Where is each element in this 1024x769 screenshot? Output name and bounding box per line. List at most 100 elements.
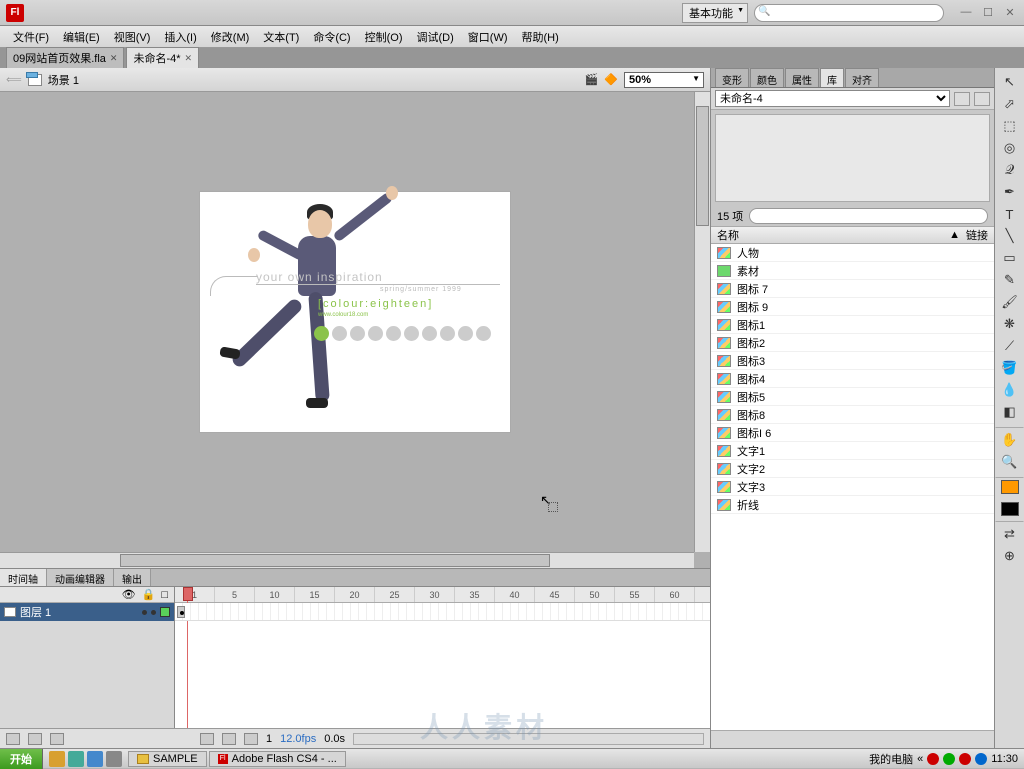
list-item[interactable]: 图标I 6 (711, 424, 994, 442)
canvas[interactable]: your own inspiration spring/summer 1999 … (200, 192, 510, 432)
menu-insert[interactable]: 插入(I) (157, 27, 203, 47)
tab-color[interactable]: 颜色 (750, 68, 784, 87)
stroke-color-swatch[interactable] (1001, 480, 1019, 494)
tray-icon[interactable] (975, 753, 987, 765)
doc-tab[interactable]: 09网站首页效果.fla✕ (6, 47, 124, 68)
menu-view[interactable]: 视图(V) (107, 27, 158, 47)
tab-library[interactable]: 库 (820, 68, 844, 87)
snap-icon[interactable]: ⊕ (999, 546, 1021, 566)
close-tab-icon[interactable]: ✕ (110, 53, 118, 64)
menu-window[interactable]: 窗口(W) (461, 27, 515, 47)
search-input[interactable] (754, 4, 944, 22)
edit-scene-icon[interactable]: 🎬 (585, 73, 599, 86)
my-computer-label[interactable]: 我的电脑 (869, 751, 913, 767)
quicklaunch-icon[interactable] (68, 751, 84, 767)
list-item[interactable]: 图标4 (711, 370, 994, 388)
new-layer-icon[interactable] (6, 733, 20, 745)
close-tab-icon[interactable]: ✕ (185, 53, 193, 64)
tab-timeline[interactable]: 时间轴 (0, 569, 47, 586)
edit-symbol-icon[interactable]: 🔶 (604, 73, 618, 86)
selection-tool-icon[interactable]: ↖ (999, 72, 1021, 92)
list-item[interactable]: 图标 9 (711, 298, 994, 316)
tray-icon[interactable] (927, 753, 939, 765)
frame-row[interactable] (175, 603, 710, 621)
library-search-input[interactable] (749, 208, 988, 224)
line-tool-icon[interactable]: ╲ (999, 226, 1021, 246)
menu-commands[interactable]: 命令(C) (306, 27, 357, 47)
eraser-tool-icon[interactable]: ◧ (999, 402, 1021, 422)
menu-help[interactable]: 帮助(H) (515, 27, 566, 47)
quicklaunch-icon[interactable] (106, 751, 122, 767)
tab-align[interactable]: 对齐 (845, 68, 879, 87)
stage[interactable]: your own inspiration spring/summer 1999 … (0, 92, 710, 568)
close-icon[interactable]: ✕ (1002, 6, 1018, 19)
start-button[interactable]: 开始 (0, 749, 43, 769)
back-icon[interactable]: ⟸ (6, 73, 22, 86)
layer-row[interactable]: 图层 1 (0, 603, 174, 621)
list-item[interactable]: 图标 7 (711, 280, 994, 298)
sort-icon[interactable]: ▲ (949, 229, 960, 241)
library-doc-select[interactable]: 未命名-4 (715, 90, 950, 107)
pin-icon[interactable] (954, 92, 970, 106)
swap-colors-icon[interactable]: ⇄ (999, 524, 1021, 544)
task-button[interactable]: SAMPLE (128, 751, 207, 767)
paint-bucket-icon[interactable]: 🪣 (999, 358, 1021, 378)
menu-debug[interactable]: 调试(D) (410, 27, 461, 47)
scrollbar-vertical[interactable] (694, 92, 710, 552)
lasso-tool-icon[interactable]: 𝒬 (999, 160, 1021, 180)
frame-pane[interactable]: 151015202530354045505560 (175, 587, 710, 728)
list-item[interactable]: 图标2 (711, 334, 994, 352)
menu-edit[interactable]: 编辑(E) (56, 27, 107, 47)
eye-icon[interactable]: 👁 (122, 588, 136, 601)
maximize-icon[interactable]: ☐ (980, 6, 996, 19)
minimize-icon[interactable]: — (958, 6, 974, 19)
list-item[interactable]: 折线 (711, 496, 994, 514)
edit-multi-icon[interactable] (244, 733, 258, 745)
frame-ruler[interactable]: 151015202530354045505560 (175, 587, 710, 603)
tab-output[interactable]: 输出 (114, 569, 151, 586)
subselect-tool-icon[interactable]: ⬀ (999, 94, 1021, 114)
menu-modify[interactable]: 修改(M) (204, 27, 257, 47)
task-button[interactable]: FlAdobe Flash CS4 - ... (209, 751, 346, 767)
hand-tool-icon[interactable]: ✋ (999, 430, 1021, 450)
outline-icon[interactable]: □ (161, 589, 168, 601)
tab-properties[interactable]: 属性 (785, 68, 819, 87)
text-tool-icon[interactable]: T (999, 204, 1021, 224)
list-item[interactable]: 图标1 (711, 316, 994, 334)
list-item[interactable]: 人物 (711, 244, 994, 262)
new-folder-icon[interactable] (28, 733, 42, 745)
bone-tool-icon[interactable]: ⟋ (999, 336, 1021, 356)
menu-file[interactable]: 文件(F) (6, 27, 56, 47)
menu-control[interactable]: 控制(O) (358, 27, 410, 47)
lock-icon[interactable]: 🔒 (142, 588, 156, 601)
tab-transform[interactable]: 变形 (715, 68, 749, 87)
list-item[interactable]: 文字1 (711, 442, 994, 460)
col-link[interactable]: 链接 (966, 227, 988, 243)
onion-skin-icon[interactable] (200, 733, 214, 745)
zoom-dropdown[interactable]: 50% (624, 72, 704, 88)
tab-motion-editor[interactable]: 动画编辑器 (47, 569, 114, 586)
col-name[interactable]: 名称 (717, 227, 949, 243)
eyedropper-icon[interactable]: 💧 (999, 380, 1021, 400)
deco-tool-icon[interactable]: ❋ (999, 314, 1021, 334)
onion-outline-icon[interactable] (222, 733, 236, 745)
quicklaunch-icon[interactable] (49, 751, 65, 767)
rectangle-tool-icon[interactable]: ▭ (999, 248, 1021, 268)
list-item[interactable]: 素材 (711, 262, 994, 280)
pen-tool-icon[interactable]: ✒ (999, 182, 1021, 202)
fill-color-swatch[interactable] (1001, 502, 1019, 516)
tray-icon[interactable] (959, 753, 971, 765)
brush-tool-icon[interactable]: 🖌 (999, 292, 1021, 312)
pencil-tool-icon[interactable]: ✎ (999, 270, 1021, 290)
timeline-scrollbar[interactable] (353, 733, 704, 745)
3d-rotate-icon[interactable]: ◎ (999, 138, 1021, 158)
list-item[interactable]: 图标3 (711, 352, 994, 370)
menu-text[interactable]: 文本(T) (256, 27, 306, 47)
list-item[interactable]: 图标8 (711, 406, 994, 424)
playhead-icon[interactable] (183, 587, 193, 601)
list-item[interactable]: 文字2 (711, 460, 994, 478)
delete-layer-icon[interactable] (50, 733, 64, 745)
quicklaunch-icon[interactable] (87, 751, 103, 767)
list-item[interactable]: 文字3 (711, 478, 994, 496)
doc-tab-active[interactable]: 未命名-4*✕ (126, 47, 199, 68)
